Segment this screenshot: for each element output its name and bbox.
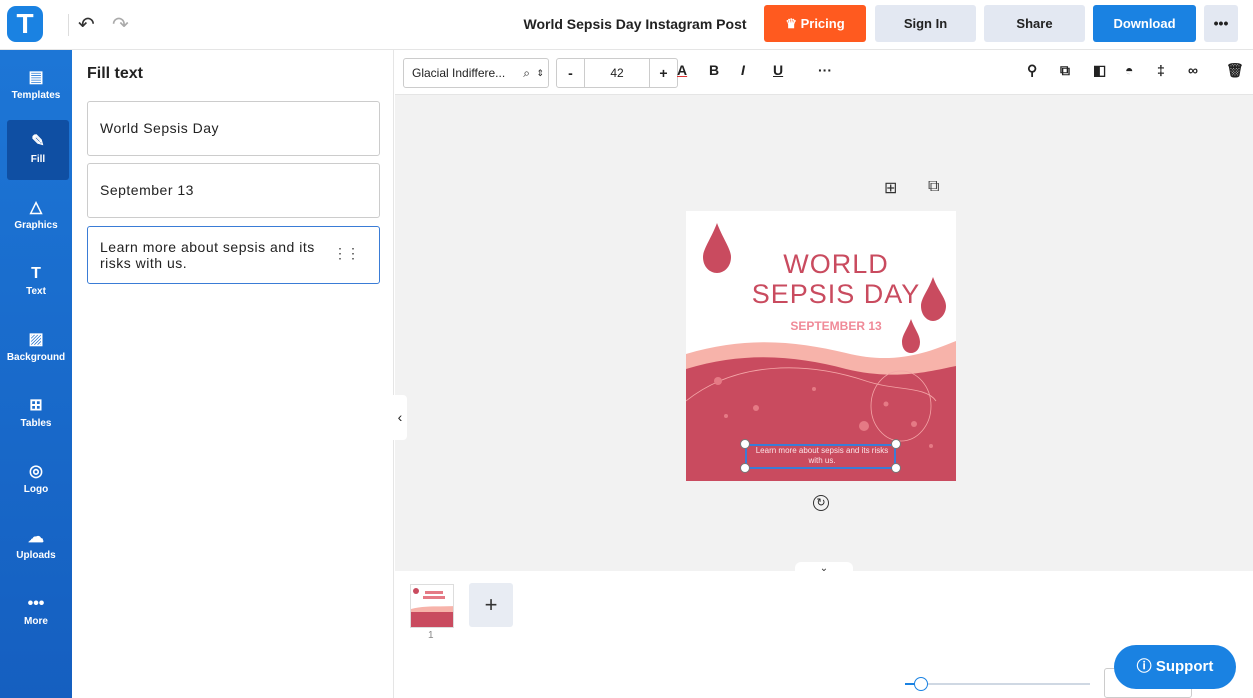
paint-roller-icon[interactable]: ⚲ [1027, 62, 1037, 79]
page-thumbnail[interactable] [410, 584, 454, 628]
decrease-size-button[interactable]: - [557, 59, 585, 87]
text-field-body[interactable]: Learn more about sepsis and its risks wi… [87, 226, 380, 284]
rotate-icon[interactable]: ↻ [813, 495, 829, 511]
sidebar-item-label: Logo [23, 484, 49, 495]
thumbnail-graphic [411, 588, 453, 627]
add-page-icon[interactable]: ⊞ [884, 178, 897, 198]
sidebar-item-text[interactable]: T Text [0, 264, 72, 324]
app-logo[interactable]: T [7, 6, 43, 42]
layer-icon[interactable]: ◧ [1093, 62, 1106, 79]
sidebar-item-label: Fill [30, 154, 46, 165]
align-icon[interactable]: ‡ [1157, 62, 1165, 78]
zoom-slider-knob[interactable] [914, 677, 928, 691]
trash-icon[interactable]: 🗑 [1226, 62, 1244, 79]
more-options-button[interactable]: ••• [1204, 5, 1238, 42]
sidebar-item-templates[interactable]: ▤ Templates [0, 68, 72, 128]
copy-icon[interactable]: ⧉ [1060, 62, 1070, 79]
text-icon: T [31, 265, 41, 282]
increase-size-button[interactable]: + [649, 59, 677, 87]
pricing-label: Pricing [800, 16, 845, 31]
format-toolbar: Glacial Indiffere... ⌕ ⇕ - 42 + A B I U … [395, 50, 1253, 95]
duplicate-page-icon[interactable]: ⧉ [928, 178, 939, 196]
sidebar-item-tables[interactable]: ⊞ Tables [0, 396, 72, 456]
resize-handle[interactable] [740, 439, 750, 449]
sidebar-item-graphics[interactable]: △ Graphics [0, 198, 72, 258]
text-field-title[interactable]: World Sepsis Day [87, 101, 380, 156]
text-color-icon[interactable]: A [677, 62, 687, 78]
page-number: 1 [428, 630, 434, 641]
sidebar-item-label: Uploads [16, 550, 56, 561]
sidebar-item-label: Graphics [14, 220, 58, 231]
link-icon[interactable]: ∞ [1188, 62, 1198, 78]
add-page-button[interactable]: + [469, 583, 513, 627]
resize-handle[interactable] [891, 439, 901, 449]
drag-handle-icon[interactable]: ⋮⋮ [333, 245, 360, 261]
font-name: Glacial Indiffere... [412, 66, 506, 80]
bold-icon[interactable]: B [709, 62, 719, 78]
more-format-icon[interactable]: ··· [818, 62, 832, 78]
logo-icon: ◎ [29, 463, 43, 480]
crown-icon: ♛ [785, 16, 801, 31]
undo-icon[interactable]: ↶ [78, 12, 95, 37]
upload-icon: ☁ [28, 529, 44, 546]
design-title[interactable]: WORLD SEPSIS DAY [716, 249, 956, 309]
spinner-icon[interactable]: ⇕ [536, 59, 544, 87]
divider [68, 14, 69, 36]
text-field-date[interactable]: September 13 [87, 163, 380, 218]
sidebar-item-background[interactable]: ▨ Background [0, 330, 72, 390]
top-bar: T ↶ ↷ World Sepsis Day Instagram Post ♛ … [0, 0, 1253, 50]
sign-in-button[interactable]: Sign In [875, 5, 976, 42]
support-button[interactable]: ⓘ Support [1114, 645, 1236, 689]
sidebar-item-label: More [24, 616, 48, 627]
collapse-panel-icon[interactable]: ‹ [393, 395, 407, 440]
search-icon: ⌕ [523, 66, 530, 80]
pricing-button[interactable]: ♛ Pricing [764, 5, 866, 42]
selection-box[interactable] [745, 444, 896, 469]
fill-text-panel: Fill text World Sepsis Day September 13 … [72, 50, 394, 698]
text-field-value: Learn more about sepsis and its risks wi… [100, 239, 315, 271]
font-size-input[interactable]: 42 [587, 59, 647, 87]
sidebar-item-label: Text [26, 286, 46, 297]
sidebar-item-label: Background [6, 352, 66, 363]
design-date[interactable]: SEPTEMBER 13 [716, 319, 956, 333]
resize-handle[interactable] [740, 463, 750, 473]
sidebar: ▤ Templates ✎ Fill △ Graphics T Text ▨ Backgr… [0, 50, 72, 698]
panel-title: Fill text [87, 65, 144, 82]
design-title-line2: SEPSIS DAY [751, 279, 921, 309]
download-button[interactable]: Download [1093, 5, 1196, 42]
sidebar-item-uploads[interactable]: ☁ Uploads [0, 528, 72, 588]
more-icon: ••• [27, 595, 45, 612]
redo-icon[interactable]: ↷ [112, 12, 129, 37]
help-icon: ⓘ [1136, 658, 1156, 675]
design-canvas[interactable]: WORLD SEPSIS DAY SEPTEMBER 13 Learn more… [686, 211, 956, 481]
design-title-line1: WORLD [783, 249, 889, 279]
underline-icon[interactable]: U [773, 62, 783, 78]
table-icon: ⊞ [29, 397, 43, 414]
sidebar-item-label: Tables [20, 418, 52, 429]
document-title[interactable]: World Sepsis Day Instagram Post [520, 16, 750, 32]
shapes-icon: △ [29, 199, 43, 216]
zoom-slider[interactable] [905, 683, 1090, 685]
expand-pages-icon[interactable]: ⌄ [795, 562, 853, 576]
sidebar-item-label: Templates [11, 90, 61, 101]
background-icon: ▨ [28, 331, 44, 348]
font-family-select[interactable]: Glacial Indiffere... ⌕ ⇕ [403, 58, 549, 88]
font-size-stepper: - 42 + [556, 58, 678, 88]
opacity-icon[interactable]: ◓ [1125, 62, 1133, 78]
sidebar-item-more[interactable]: ••• More [0, 594, 72, 654]
resize-handle[interactable] [891, 463, 901, 473]
support-label: Support [1155, 658, 1214, 675]
pencil-icon: ✎ [31, 133, 45, 150]
sidebar-item-logo[interactable]: ◎ Logo [0, 462, 72, 522]
italic-icon[interactable]: I [741, 62, 745, 78]
share-button[interactable]: Share [984, 5, 1085, 42]
templates-icon: ▤ [28, 69, 44, 86]
sidebar-item-fill[interactable]: ✎ Fill [7, 120, 69, 180]
